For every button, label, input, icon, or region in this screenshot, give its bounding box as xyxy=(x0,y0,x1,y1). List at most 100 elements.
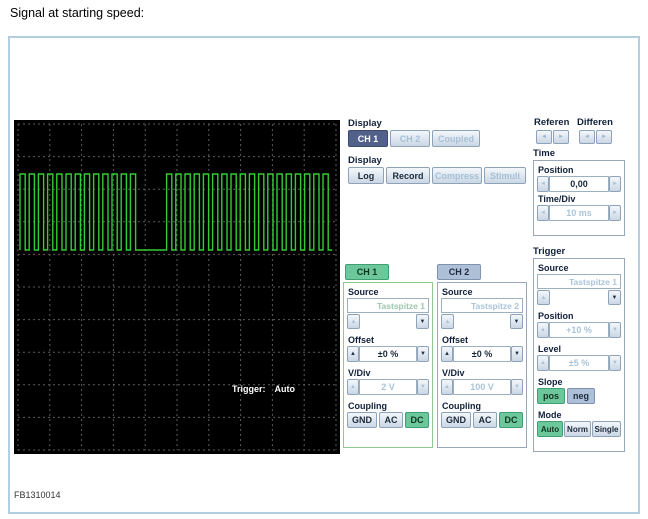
ch1-gnd-button[interactable]: GND xyxy=(347,412,377,428)
mode-single-button[interactable]: Single xyxy=(592,421,621,437)
ch2-gnd-button[interactable]: GND xyxy=(441,412,471,428)
ch1-source-selector: ▲ ▼ xyxy=(347,314,429,329)
up-arrow-icon: ▲ xyxy=(444,318,451,325)
time-position-value: 0,00 xyxy=(549,176,609,192)
time-div-increment-button[interactable]: ► xyxy=(609,205,621,221)
differential-label: Differen xyxy=(577,117,613,128)
right-arrow-icon: ► xyxy=(612,181,618,187)
display-ch2-button[interactable]: CH 2 xyxy=(390,130,430,147)
stimuli-button[interactable]: Stimuli xyxy=(484,167,526,184)
left-arrow-icon: ◄ xyxy=(540,210,546,216)
reference-spinner: ◄ ► xyxy=(536,130,569,144)
reference-left-arrow-button[interactable]: ◄ xyxy=(536,130,552,144)
ch2-offset-up-button[interactable]: ▲ xyxy=(441,346,453,362)
time-div-label: Time/Div xyxy=(538,194,576,204)
oscilloscope-screen: Trigger: Auto xyxy=(14,120,340,454)
slope-pos-button[interactable]: pos xyxy=(537,388,565,404)
ch1-source-up-button[interactable]: ▲ xyxy=(347,314,360,329)
trigger-position-value: +10 % xyxy=(549,322,609,338)
trigger-level-down-button[interactable]: ▼ xyxy=(609,355,621,371)
ch1-dc-button[interactable]: DC xyxy=(405,412,429,428)
left-arrow-icon: ◄ xyxy=(540,181,546,187)
ch1-offset-up-button[interactable]: ▲ xyxy=(347,346,359,362)
trigger-readout: Trigger: Auto xyxy=(232,384,295,394)
ch2-source-down-button[interactable]: ▼ xyxy=(510,314,523,329)
display-coupled-button[interactable]: Coupled xyxy=(432,130,480,147)
time-position-increment-button[interactable]: ► xyxy=(609,176,621,192)
ch1-header-button[interactable]: CH 1 xyxy=(345,264,389,280)
differential-left-arrow-button[interactable]: ◄ xyxy=(579,130,595,144)
differential-spinner: ◄ ► xyxy=(579,130,612,144)
down-arrow-icon: ▼ xyxy=(420,384,426,390)
up-arrow-icon: ▲ xyxy=(540,360,546,366)
trigger-source-up-button[interactable]: ▲ xyxy=(537,290,550,305)
ch2-header-button[interactable]: CH 2 xyxy=(437,264,481,280)
ch2-source-label: Source xyxy=(442,287,473,297)
ch2-panel: Source Tastspitze 2 ▲ ▼ Offset ▲ ±0 % ▼ … xyxy=(437,282,527,448)
ch2-vdiv-up-button[interactable]: ▲ xyxy=(441,379,453,395)
ch1-ac-button[interactable]: AC xyxy=(379,412,403,428)
trigger-position-down-button[interactable]: ▼ xyxy=(609,322,621,338)
time-div-value: 10 ms xyxy=(549,205,609,221)
reference-right-arrow-button[interactable]: ► xyxy=(553,130,569,144)
display-ch1-button[interactable]: CH 1 xyxy=(348,130,388,147)
record-button[interactable]: Record xyxy=(386,167,430,184)
reference-label: Referen xyxy=(534,117,570,128)
up-arrow-icon: ▲ xyxy=(444,384,450,390)
ch1-offset-down-button[interactable]: ▼ xyxy=(417,346,429,362)
ch2-coupling-buttons: GND AC DC xyxy=(441,412,523,428)
trigger-level-label: Level xyxy=(538,344,562,354)
ch1-vdiv-label: V/Div xyxy=(348,368,371,378)
up-arrow-icon: ▲ xyxy=(540,294,547,301)
time-position-spinner: ◄ 0,00 ► xyxy=(537,176,621,192)
ch1-panel: Source Tastspitze 1 ▲ ▼ Offset ▲ ±0 % ▼ … xyxy=(343,282,433,448)
ch1-vdiv-up-button[interactable]: ▲ xyxy=(347,379,359,395)
time-div-spinner: ◄ 10 ms ► xyxy=(537,205,621,221)
trigger-position-up-button[interactable]: ▲ xyxy=(537,322,549,338)
ch1-offset-label: Offset xyxy=(348,335,375,345)
ch1-vdiv-down-button[interactable]: ▼ xyxy=(417,379,429,395)
trigger-level-spinner: ▲ ±5 % ▼ xyxy=(537,355,621,371)
ch2-vdiv-spinner: ▲ 100 V ▼ xyxy=(441,379,523,395)
ch2-offset-spinner: ▲ ±0 % ▼ xyxy=(441,346,523,362)
mode-auto-button[interactable]: Auto xyxy=(537,421,563,437)
trigger-level-up-button[interactable]: ▲ xyxy=(537,355,549,371)
right-arrow-icon: ► xyxy=(612,210,618,216)
left-arrow-icon: ◄ xyxy=(584,134,590,140)
ch2-dc-button[interactable]: DC xyxy=(499,412,523,428)
ch1-source-down-button[interactable]: ▼ xyxy=(416,314,429,329)
ch1-offset-spinner: ▲ ±0 % ▼ xyxy=(347,346,429,362)
trigger-slope-buttons: pos neg xyxy=(537,388,621,404)
trigger-source-down-button[interactable]: ▼ xyxy=(608,290,621,305)
ch2-offset-value: ±0 % xyxy=(453,346,511,362)
ch2-source-up-button[interactable]: ▲ xyxy=(441,314,454,329)
display-channels-buttons: CH 1 CH 2 Coupled xyxy=(348,130,480,147)
figure-id: FB1310014 xyxy=(14,490,61,500)
ch2-offset-down-button[interactable]: ▼ xyxy=(511,346,523,362)
time-label: Time xyxy=(533,148,556,159)
up-arrow-icon: ▲ xyxy=(444,351,450,357)
ch1-vdiv-value: 2 V xyxy=(359,379,417,395)
time-div-decrement-button[interactable]: ◄ xyxy=(537,205,549,221)
ch1-source-value: Tastspitze 1 xyxy=(347,298,429,313)
up-arrow-icon: ▲ xyxy=(350,351,356,357)
time-position-decrement-button[interactable]: ◄ xyxy=(537,176,549,192)
time-position-label: Position xyxy=(538,165,574,175)
slope-neg-button[interactable]: neg xyxy=(567,388,595,404)
ch2-ac-button[interactable]: AC xyxy=(473,412,497,428)
trigger-level-value: ±5 % xyxy=(549,355,609,371)
left-arrow-icon: ◄ xyxy=(541,134,547,140)
down-arrow-icon: ▼ xyxy=(514,384,520,390)
page-title: Signal at starting speed: xyxy=(10,6,145,20)
compress-button[interactable]: Compress xyxy=(432,167,482,184)
mode-norm-button[interactable]: Norm xyxy=(564,421,591,437)
down-arrow-icon: ▼ xyxy=(420,351,426,357)
differential-right-arrow-button[interactable]: ► xyxy=(596,130,612,144)
trigger-source-selector: ▲ ▼ xyxy=(537,290,621,305)
ch2-source-value: Tastspitze 2 xyxy=(441,298,523,313)
up-arrow-icon: ▲ xyxy=(540,327,546,333)
right-arrow-icon: ► xyxy=(601,134,607,140)
log-button[interactable]: Log xyxy=(348,167,384,184)
ch2-vdiv-down-button[interactable]: ▼ xyxy=(511,379,523,395)
trigger-readout-value: Auto xyxy=(274,384,296,394)
